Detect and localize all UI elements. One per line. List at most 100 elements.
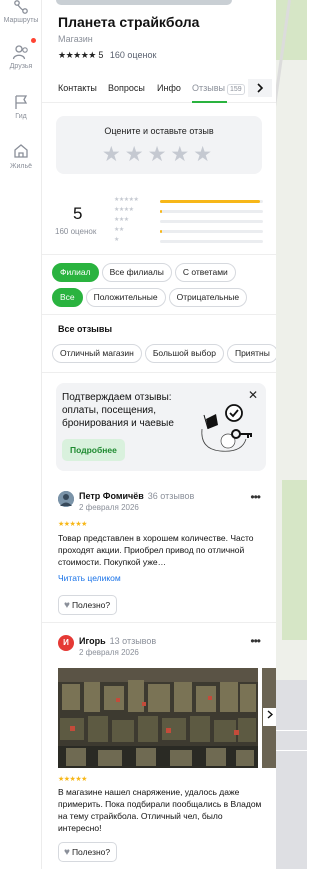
summary-count: 160 оценок xyxy=(55,227,97,236)
verification-illustration-icon xyxy=(201,404,252,452)
rail-item-housing[interactable]: Жильё xyxy=(0,142,42,170)
filter-all[interactable]: Все xyxy=(52,288,83,307)
notification-dot xyxy=(31,38,36,43)
housing-icon xyxy=(14,144,28,158)
distribution-track xyxy=(160,220,263,223)
promo-text: Подтверждаем отзывы: оплаты, посещения, … xyxy=(62,392,174,429)
chevron-right-icon xyxy=(257,83,264,93)
tab-contacts[interactable]: Контакты xyxy=(58,83,97,93)
chevron-right-icon xyxy=(267,710,274,719)
avatar[interactable]: И xyxy=(58,635,74,651)
reviews-count: 160 оценок xyxy=(109,50,157,60)
review-text: Товар представлен в хорошем количестве. … xyxy=(58,533,254,567)
rail-item-routes[interactable]: Маршруты xyxy=(0,0,42,24)
review-stars: ★★★★★ xyxy=(58,521,87,528)
author-name: Игорь xyxy=(79,636,106,646)
divider xyxy=(42,254,276,255)
tab-bar: Контакты Вопросы Инфо Отзывы 159 xyxy=(42,73,276,103)
review-photo-gallery[interactable] xyxy=(58,668,276,768)
left-rail: Маршруты Друзья Гид Жильё xyxy=(0,0,42,869)
route-icon xyxy=(14,0,28,14)
distribution-row: ★★★★ xyxy=(114,207,264,217)
author-name: Петр Фомичёв xyxy=(79,491,144,501)
tab-label: Отзывы xyxy=(192,83,225,93)
review-date: 2 февраля 2026 xyxy=(79,648,139,657)
tab-info[interactable]: Инфо xyxy=(157,83,181,93)
distribution-row: ★★★★★ xyxy=(114,197,264,207)
distribution-fill xyxy=(160,210,163,213)
sentiment-filter-row: Все Положительные Отрицательные xyxy=(52,287,250,307)
place-title: Планета страйкбола xyxy=(58,14,200,30)
useful-label: Полезно? xyxy=(71,847,111,857)
topic-chip[interactable]: Большой выбор xyxy=(144,344,224,363)
rating-stars: ★★★★★ xyxy=(58,50,96,60)
distribution-fill xyxy=(160,230,162,233)
rating-value: 5 xyxy=(98,50,104,60)
review-date: 2 февраля 2026 xyxy=(79,503,139,512)
distribution-stars: ★★ xyxy=(114,227,124,233)
useful-button[interactable]: ♥ Полезно? xyxy=(58,842,118,862)
heart-icon: ♥ xyxy=(64,847,70,858)
distribution-fill xyxy=(160,200,260,203)
place-category: Магазин xyxy=(58,34,93,44)
summary-rating: 5 xyxy=(73,204,83,223)
review-author[interactable]: Петр Фомичёв 36 отзывов xyxy=(79,491,194,501)
useful-label: Полезно? xyxy=(71,600,111,610)
distribution-track xyxy=(160,210,263,213)
verification-promo: Подтверждаем отзывы: оплаты, посещения, … xyxy=(56,383,266,471)
divider xyxy=(42,372,276,373)
distribution-track xyxy=(160,240,263,243)
place-panel: Планета страйкбола Магазин ★★★★★ 5 160 о… xyxy=(42,0,276,869)
filter-all-branches[interactable]: Все филиалы xyxy=(101,263,172,282)
read-more-link[interactable]: Читать целиком xyxy=(58,573,121,583)
review-stars: ★★★★★ xyxy=(58,776,87,783)
gallery-next-button[interactable] xyxy=(263,708,276,726)
rate-stars-input[interactable]: ★★★★★ xyxy=(56,142,262,167)
rail-item-guide[interactable]: Гид xyxy=(0,94,42,120)
filter-positive[interactable]: Положительные xyxy=(85,288,166,307)
branch-filter-row: Филиал Все филиалы С ответами xyxy=(52,262,239,282)
tab-active-underline xyxy=(192,101,227,103)
divider xyxy=(42,314,276,315)
review-author[interactable]: Игорь 13 отзывов xyxy=(79,636,156,646)
heart-icon: ♥ xyxy=(64,600,70,611)
filter-branch[interactable]: Филиал xyxy=(52,263,99,282)
divider xyxy=(42,622,276,623)
guide-flag-icon xyxy=(15,95,28,109)
avatar[interactable] xyxy=(58,491,74,507)
filter-negative[interactable]: Отрицательные xyxy=(168,288,248,307)
rail-item-label: Друзья xyxy=(9,63,33,70)
more-options-icon[interactable]: ••• xyxy=(250,634,261,648)
distribution-stars: ★★★★ xyxy=(114,207,134,213)
tab-questions[interactable]: Вопросы xyxy=(108,83,145,93)
map-area[interactable] xyxy=(276,0,307,869)
rail-item-label: Жильё xyxy=(10,163,32,170)
rail-item-label: Гид xyxy=(15,113,27,120)
place-rating-line[interactable]: ★★★★★ 5 160 оценок xyxy=(58,50,156,61)
author-reviews-count: 36 отзывов xyxy=(147,491,195,501)
tab-badge: 159 xyxy=(226,84,245,95)
review-photo[interactable] xyxy=(58,668,276,768)
distribution-stars: ★★★★★ xyxy=(114,197,139,203)
topic-chip[interactable]: Приятны xyxy=(226,344,276,363)
topic-chip[interactable]: Отличный магазин xyxy=(52,344,142,363)
all-reviews-heading: Все отзывы xyxy=(58,324,113,334)
rail-item-label: Маршруты xyxy=(3,17,39,24)
user-photo-icon xyxy=(58,491,74,507)
photo-strip[interactable] xyxy=(56,0,232,5)
promo-more-button[interactable]: Подробнее xyxy=(62,439,125,461)
distribution-row: ★★★ xyxy=(114,217,264,227)
distribution-stars: ★★★ xyxy=(114,217,129,223)
more-options-icon[interactable]: ••• xyxy=(250,490,261,504)
filter-with-answers[interactable]: С ответами xyxy=(174,263,236,282)
rate-card: Оцените и оставьте отзыв ★★★★★ xyxy=(56,116,262,174)
author-reviews-count: 13 отзывов xyxy=(109,636,157,646)
useful-button[interactable]: ♥ Полезно? xyxy=(58,595,118,615)
rail-item-friends[interactable]: Друзья xyxy=(0,44,42,70)
tab-reviews[interactable]: Отзывы 159 xyxy=(192,83,245,95)
distribution-row: ★★ xyxy=(114,227,264,237)
tabs-scroll-button[interactable] xyxy=(248,79,272,97)
rating-summary: 5 160 оценок ★★★★★ ★★★★ ★★★ ★★ ★ xyxy=(42,188,276,248)
distribution-stars: ★ xyxy=(114,237,119,243)
distribution-track xyxy=(160,230,263,233)
